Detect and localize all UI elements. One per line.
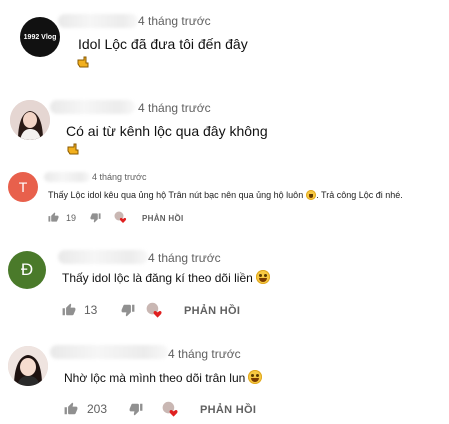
girl-photo-avatar (10, 100, 50, 140)
comment-text: Nhờ lộc mà mình theo dõi trân lun (64, 370, 263, 385)
author-name-blurred[interactable] (50, 100, 135, 114)
reply-button[interactable]: PHẢN HỒI (200, 404, 256, 416)
comment-text-main: Thấy idol lộc là đăng kí theo dõi liền (62, 271, 253, 285)
channel-avatar[interactable]: 1992 Vlog (20, 17, 60, 57)
comment-text-tail: . Trả công Lộc đi nhé. (316, 190, 403, 200)
reply-button[interactable]: PHẢN HỒI (184, 305, 240, 317)
thumbs-up-icon[interactable] (48, 212, 59, 223)
comment-text: Thấy idol lộc là đăng kí theo dõi liền (62, 270, 270, 285)
creator-heart-icon (146, 302, 162, 318)
author-name-blurred[interactable] (50, 345, 168, 359)
like-count: 13 (84, 303, 98, 317)
comment-text-main: Thấy Lộc idol kêu qua ủng hộ Trân nút bạ… (48, 190, 304, 200)
avatar-label: 1992 Vlog (23, 33, 57, 41)
author-name-blurred[interactable] (58, 250, 148, 264)
timestamp[interactable]: 4 tháng trước (148, 251, 221, 265)
author-name-blurred[interactable] (44, 172, 90, 182)
thumbs-down-icon[interactable] (129, 402, 143, 416)
like-count: 203 (87, 402, 108, 416)
like-count: 19 (66, 212, 77, 223)
comment-actions: 19 (48, 212, 101, 223)
comment-actions: 13 (62, 303, 135, 317)
grinning-sweat-emoji-icon (306, 190, 317, 200)
thumbs-up-icon[interactable] (62, 303, 76, 317)
thumbs-down-icon[interactable] (121, 303, 135, 317)
thumbs-down-icon[interactable] (90, 212, 101, 223)
timestamp[interactable]: 4 tháng trước (138, 14, 211, 28)
creator-heart-icon (162, 401, 178, 417)
author-name-blurred[interactable] (58, 14, 138, 28)
user-avatar[interactable]: Đ (8, 251, 46, 289)
pointing-hand-icon (67, 143, 79, 155)
comment-actions: 203 (64, 402, 143, 416)
avatar-letter: Đ (20, 260, 34, 279)
reply-button[interactable]: PHẢN HỒI (142, 214, 184, 223)
avatar-letter: T (18, 179, 28, 195)
girl-photo-avatar (8, 346, 48, 386)
laughing-emoji-icon (248, 370, 263, 384)
comment-text-main: Nhờ lộc mà mình theo dõi trân lun (64, 371, 246, 385)
comment-text: Có ai từ kênh lộc qua đây không (66, 123, 268, 139)
user-avatar[interactable] (8, 346, 48, 386)
timestamp[interactable]: 4 tháng trước (168, 347, 241, 361)
comment-text: Thấy Lộc idol kêu qua ủng hộ Trân nút bạ… (48, 190, 403, 200)
thumbs-up-icon[interactable] (64, 402, 78, 416)
laughing-emoji-icon (255, 270, 270, 284)
user-avatar[interactable]: T (8, 172, 38, 202)
user-avatar[interactable] (10, 100, 50, 140)
creator-heart-icon (114, 211, 127, 223)
timestamp[interactable]: 4 tháng trước (92, 172, 146, 182)
comment-text: Idol Lộc đã đưa tôi đến đây (78, 36, 248, 52)
pointing-hand-icon (77, 56, 89, 68)
timestamp[interactable]: 4 tháng trước (138, 101, 211, 115)
